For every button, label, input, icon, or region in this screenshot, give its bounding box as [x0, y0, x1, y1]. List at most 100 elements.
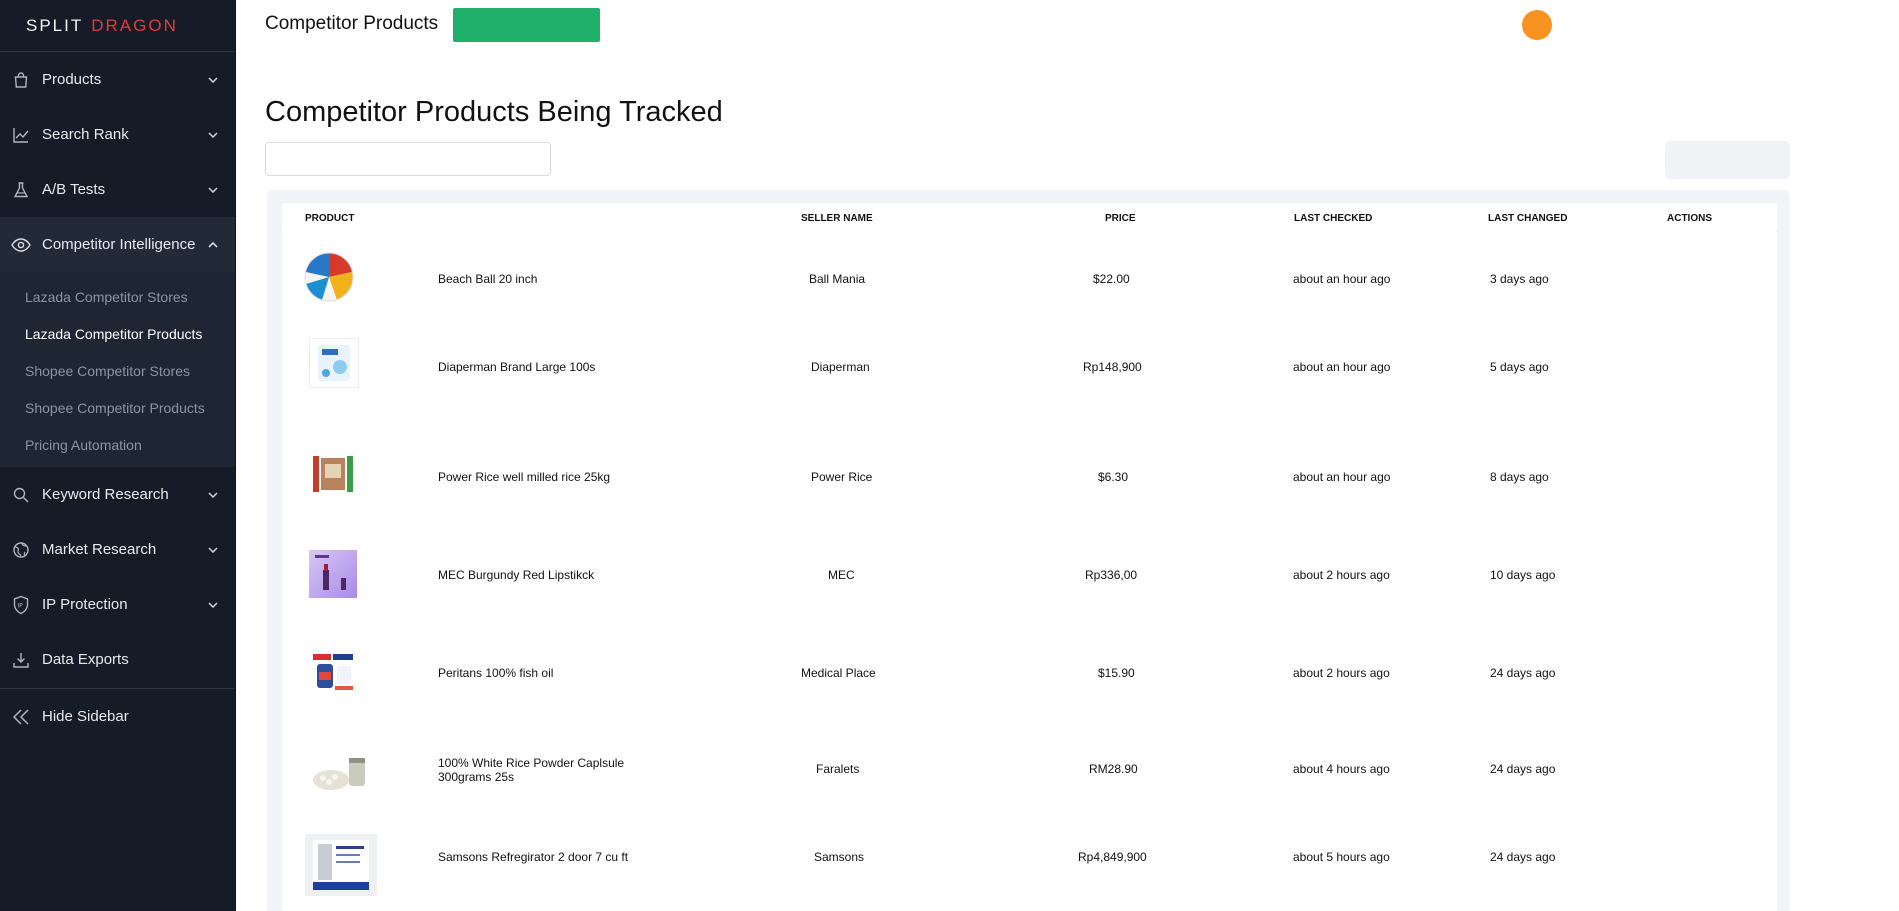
product-name[interactable]: Diaperman Brand Large 100s: [438, 360, 648, 374]
hide-sidebar-button[interactable]: Hide Sidebar: [0, 689, 235, 744]
header-action-button[interactable]: [453, 8, 600, 42]
chevron-down-icon: [207, 184, 219, 196]
product-name[interactable]: MEC Burgundy Red Lipstikck: [438, 568, 648, 582]
sidebar-item-data-exports[interactable]: Data Exports: [0, 632, 235, 687]
column-header-actions: ACTIONS: [1667, 213, 1712, 224]
subnav-lazada-competitor-stores[interactable]: Lazada Competitor Stores: [0, 278, 235, 315]
product-name[interactable]: Power Rice well milled rice 25kg: [438, 470, 648, 484]
sidebar-item-search-rank[interactable]: Search Rank: [0, 107, 235, 162]
table-row[interactable]: Power Rice well milled rice 25kg Power R…: [282, 422, 1777, 522]
eye-icon: [10, 234, 32, 256]
seller-name: Power Rice: [811, 470, 873, 484]
sidebar-item-keyword-research[interactable]: Keyword Research: [0, 467, 235, 522]
competitor-intelligence-submenu: Lazada Competitor Stores Lazada Competit…: [0, 272, 235, 467]
product-thumbnail: [309, 750, 371, 798]
download-icon: [10, 649, 32, 671]
last-checked: about 4 hours ago: [1293, 762, 1390, 776]
last-checked: about 2 hours ago: [1293, 568, 1390, 582]
product-price: Rp4,849,900: [1078, 850, 1147, 864]
column-header-seller[interactable]: SELLER NAME: [801, 213, 873, 224]
table-body: Beach Ball 20 inch Ball Mania $22.00 abo…: [282, 232, 1777, 911]
table-row[interactable]: MEC Burgundy Red Lipstikck MEC Rp336,00 …: [282, 522, 1777, 620]
chevron-down-icon: [207, 599, 219, 611]
seller-name: Samsons: [814, 850, 865, 864]
shopping-bag-icon: [10, 69, 32, 91]
last-changed: 24 days ago: [1490, 850, 1556, 864]
subnav-shopee-competitor-stores[interactable]: Shopee Competitor Stores: [0, 352, 235, 389]
table-header: PRODUCT SELLER NAME PRICE LAST CHECKED L…: [282, 203, 1777, 232]
column-header-last-changed[interactable]: LAST CHANGED: [1488, 213, 1567, 224]
product-price: RM28.90: [1089, 762, 1138, 776]
sidebar-item-competitor-intelligence[interactable]: Competitor Intelligence: [0, 217, 235, 272]
subnav-shopee-competitor-products[interactable]: Shopee Competitor Products: [0, 389, 235, 426]
product-price: $15.90: [1098, 666, 1135, 680]
sidebar-item-label: Market Research: [42, 541, 157, 558]
sidebar-item-label: Data Exports: [42, 651, 129, 668]
double-chevron-left-icon: [10, 706, 32, 728]
last-changed: 24 days ago: [1490, 762, 1556, 776]
seller-name: Medical Place: [801, 666, 876, 680]
subnav-pricing-automation[interactable]: Pricing Automation: [0, 426, 235, 463]
chevron-down-icon: [207, 129, 219, 141]
last-changed: 8 days ago: [1490, 470, 1549, 484]
product-thumbnail: [309, 450, 357, 498]
page-title: Competitor Products Being Tracked: [265, 96, 723, 128]
product-price: Rp336,00: [1085, 568, 1138, 582]
product-thumbnail: [305, 834, 377, 896]
product-name[interactable]: Beach Ball 20 inch: [438, 272, 648, 286]
logo-text-split: SPLIT: [26, 15, 84, 35]
product-thumbnail: [309, 338, 359, 388]
seller-name: Diaperman: [811, 360, 870, 374]
chevron-up-icon: [207, 239, 219, 251]
sidebar-item-label: IP Protection: [42, 596, 128, 613]
column-header-product[interactable]: PRODUCT: [305, 213, 354, 224]
sidebar-item-label: A/B Tests: [42, 181, 106, 198]
sidebar-item-label: Keyword Research: [42, 486, 169, 503]
column-header-price[interactable]: PRICE: [1105, 213, 1136, 224]
last-checked: about an hour ago: [1293, 470, 1391, 484]
product-thumbnail: [309, 648, 357, 696]
product-name[interactable]: 100% White Rice Powder Caplsule 300grams…: [438, 756, 648, 784]
chevron-down-icon: [207, 74, 219, 86]
sidebar-item-label: Search Rank: [42, 126, 129, 143]
hide-sidebar-label: Hide Sidebar: [42, 708, 129, 725]
seller-name: Faralets: [816, 762, 860, 776]
sidebar-item-label: Products: [42, 71, 102, 88]
table-row[interactable]: Peritans 100% fish oil Medical Place $15…: [282, 620, 1777, 723]
trend-chart-icon: [10, 124, 32, 146]
last-changed: 10 days ago: [1490, 568, 1556, 582]
last-checked: about an hour ago: [1293, 272, 1391, 286]
table-row[interactable]: Samsons Refregirator 2 door 7 cu ft Sams…: [282, 816, 1777, 911]
table-row[interactable]: Diaperman Brand Large 100s Diaperman Rp1…: [282, 324, 1777, 422]
product-price: $22.00: [1093, 272, 1130, 286]
table-row[interactable]: Beach Ball 20 inch Ball Mania $22.00 abo…: [282, 232, 1777, 324]
product-price: Rp148,900: [1083, 360, 1142, 374]
sidebar-item-products[interactable]: Products: [0, 52, 235, 107]
last-checked: about 5 hours ago: [1293, 850, 1390, 864]
product-thumbnail: [309, 550, 357, 598]
last-changed: 3 days ago: [1490, 272, 1549, 286]
seller-name: Ball Mania: [809, 272, 866, 286]
chevron-down-icon: [207, 544, 219, 556]
globe-icon: [10, 539, 32, 561]
product-thumbnail: [304, 252, 354, 302]
product-name[interactable]: Samsons Refregirator 2 door 7 cu ft: [438, 850, 648, 864]
sidebar-item-ab-tests[interactable]: A/B Tests: [0, 162, 235, 217]
sidebar-item-market-research[interactable]: Market Research: [0, 522, 235, 577]
avatar[interactable]: [1522, 10, 1552, 40]
product-name[interactable]: Peritans 100% fish oil: [438, 666, 648, 680]
brand-logo[interactable]: SPLIT DRAGON: [0, 0, 235, 52]
product-price: $6.30: [1098, 470, 1129, 484]
sidebar-item-ip-protection[interactable]: IP IP Protection: [0, 577, 235, 632]
sidebar-item-label: Competitor Intelligence: [42, 236, 196, 253]
subnav-lazada-competitor-products[interactable]: Lazada Competitor Products: [0, 315, 235, 352]
column-header-last-checked[interactable]: LAST CHECKED: [1294, 213, 1372, 224]
last-checked: about 2 hours ago: [1293, 666, 1390, 680]
last-changed: 5 days ago: [1490, 360, 1549, 374]
search-input[interactable]: [265, 142, 551, 176]
header-title: Competitor Products: [265, 13, 439, 34]
table-row[interactable]: 100% White Rice Powder Caplsule 300grams…: [282, 723, 1777, 816]
logo-text-dragon: DRAGON: [91, 15, 178, 35]
toolbar-button[interactable]: [1665, 141, 1790, 179]
chevron-down-icon: [207, 489, 219, 501]
